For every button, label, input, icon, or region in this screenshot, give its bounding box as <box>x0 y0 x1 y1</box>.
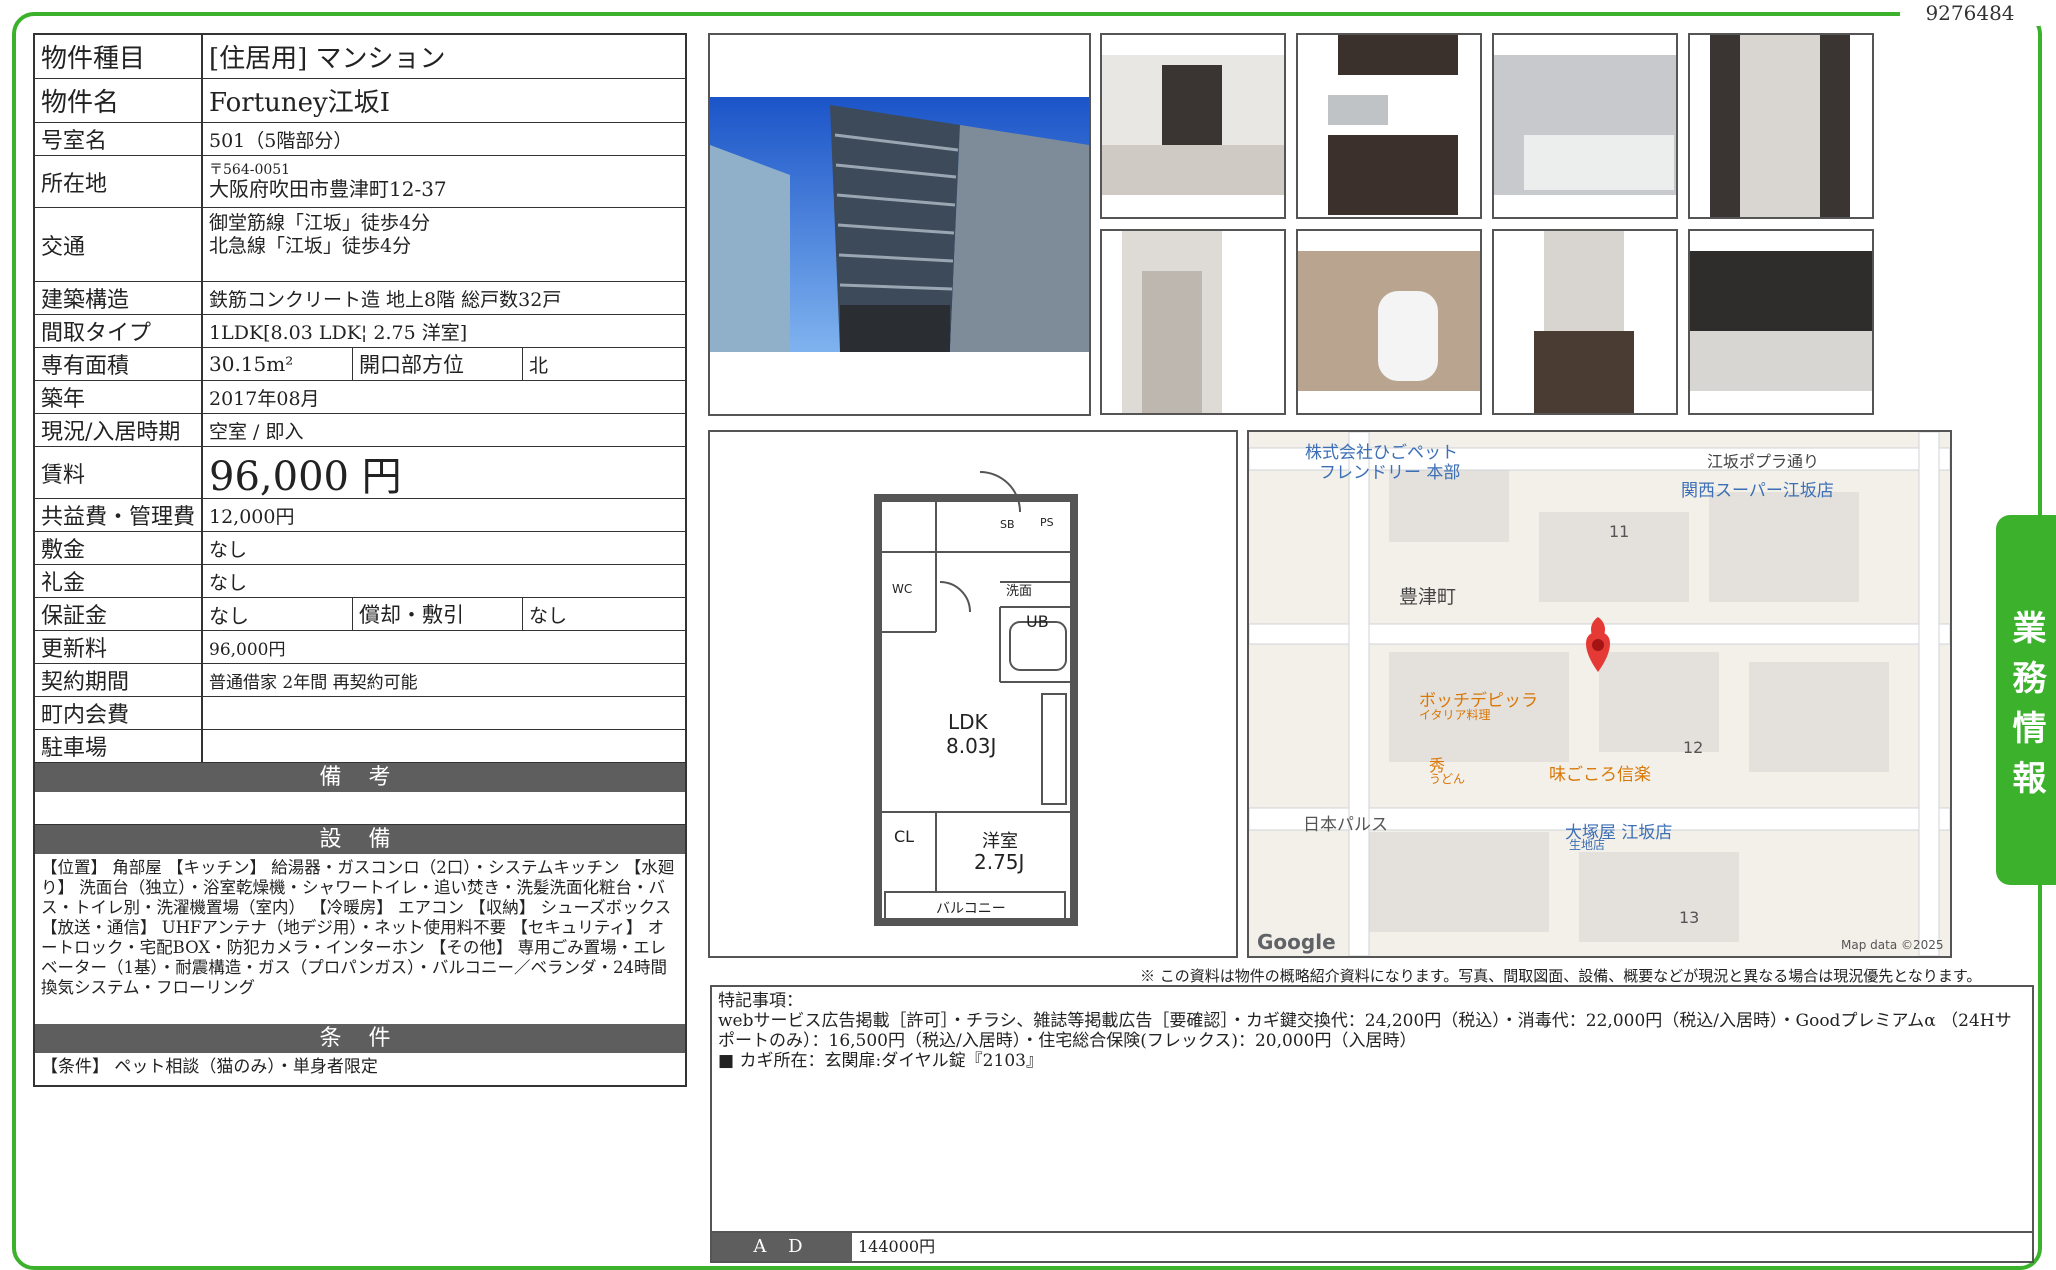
wash-label: 洗面 <box>1006 584 1033 599</box>
renewal-label: 更新料 <box>35 631 203 663</box>
map-label-palace: 日本パルス <box>1303 815 1388 835</box>
amort-label: 償却・敷引 <box>353 598 523 630</box>
facing-value: 北 <box>529 354 549 377</box>
room-size-plan: 2.75J <box>974 850 1025 874</box>
fee-value: 12,000円 <box>209 505 295 528</box>
map-roads <box>1249 432 1950 956</box>
equipment-header: 設 備 <box>35 825 685 854</box>
address-value: 大阪府吹田市豊津町12-37 <box>209 177 447 201</box>
property-spec-table: 物件種目 [住居用] マンション 物件名 Fortuney江坂I 号室名 501… <box>33 33 687 1087</box>
contract-value: 普通借家 2年間 再契約可能 <box>209 672 418 693</box>
keymoney-label: 礼金 <box>35 565 203 597</box>
conditions-header: 条 件 <box>35 1024 685 1053</box>
layout-value: 1LDK[8.03 LDK¦ 2.75 洋室] <box>209 321 468 344</box>
postal-code: 〒564-0051 <box>209 162 291 178</box>
guarantee-label: 保証金 <box>35 598 203 630</box>
interior-photo-kitchen[interactable] <box>1296 33 1482 219</box>
interior-photo-room[interactable] <box>1100 33 1286 219</box>
facing-label: 開口部方位 <box>353 348 523 380</box>
transit-line-2: 北急線「江坂」徒歩4分 <box>209 235 412 257</box>
fee-label: 共益費・管理費 <box>35 499 203 531</box>
map-label-company-2: フレンドリー 本部 <box>1319 463 1461 483</box>
ad-label: A D <box>712 1233 852 1261</box>
map-label-block-12: 12 <box>1683 738 1704 757</box>
built-label: 築年 <box>35 381 203 413</box>
deposit-label: 敷金 <box>35 532 203 564</box>
interior-photo-bath[interactable] <box>1492 33 1678 219</box>
location-map[interactable]: 株式会社ひごペット フレンドリー 本部 江坂ポプラ通り 関西スーパー江坂店 11… <box>1247 430 1952 958</box>
rent-value: 96,000 円 <box>209 453 402 500</box>
balcony-label: バルコニー <box>936 901 1006 917</box>
map-label-town: 豊津町 <box>1399 586 1457 608</box>
map-label-shinraku: 味ごころ信楽 <box>1549 765 1651 785</box>
layout-label: 間取タイプ <box>35 315 203 347</box>
disclaimer-note: ※ この資料は物件の概略紹介資料になります。写真、間取図面、設備、概要などが現況… <box>1140 967 1982 985</box>
rent-label: 賃料 <box>35 447 203 498</box>
interior-photo-closet[interactable] <box>1100 229 1286 415</box>
google-logo: Google <box>1257 930 1336 954</box>
contract-label: 契約期間 <box>35 664 203 696</box>
amort-value: なし <box>529 604 568 627</box>
floorplan-drawing <box>874 471 1078 926</box>
status-value: 空室 / 即入 <box>209 420 304 443</box>
structure-label: 建築構造 <box>35 282 203 314</box>
room-label: 号室名 <box>35 123 203 155</box>
remarks-header: 備 考 <box>35 763 685 792</box>
remarks-title: 特記事項： <box>718 991 803 1011</box>
ps-label: PS <box>1040 516 1054 529</box>
parking-label: 駐車場 <box>35 730 203 762</box>
ad-value: 144000円 <box>858 1237 936 1256</box>
ad-row: A D 144000円 <box>712 1231 2032 1261</box>
area-value: 30.15m² <box>203 348 353 380</box>
interior-photo-toilet[interactable] <box>1296 229 1482 415</box>
business-info-tab[interactable]: 業務情報 <box>1996 515 2056 885</box>
interior-photo-washstand[interactable] <box>1492 229 1678 415</box>
renewal-value: 96,000円 <box>209 639 286 660</box>
built-value: 2017年08月 <box>209 387 320 410</box>
remarks-fees: webサービス広告掲載［許可］・チラシ、雑誌等掲載広告［要確認］・カギ鍵交換代：… <box>718 1011 2012 1051</box>
keymoney-value: なし <box>209 571 248 594</box>
building-photo-image <box>710 97 1089 352</box>
map-label-udon-sub: うどん <box>1429 772 1466 786</box>
guarantee-value: なし <box>203 598 353 630</box>
document-id: 9276484 <box>1900 0 2040 26</box>
area-label: 専有面積 <box>35 348 203 380</box>
parking-value <box>203 730 685 762</box>
map-label-otsuka-sub: 生地店 <box>1569 838 1606 852</box>
cl-label: CL <box>894 827 915 846</box>
exterior-photo[interactable] <box>708 33 1091 416</box>
remarks-key-location: ■ カギ所在：玄関扉:ダイヤル錠『2103』 <box>718 1051 1043 1071</box>
structure-value: 鉄筋コンクリート造 地上8階 総戸数32戸 <box>209 288 562 311</box>
interior-photo-hallway[interactable] <box>1688 33 1874 219</box>
type-value: [住居用] マンション <box>209 44 446 74</box>
transit-label: 交通 <box>35 208 203 281</box>
ldk-size: 8.03J <box>946 734 997 758</box>
sb-label: SB <box>1000 518 1015 531</box>
town-fee-value <box>203 697 685 729</box>
equipment-text: 【位置】 角部屋 【キッチン】 給湯器・ガスコンロ（2口）・システムキッチン 【… <box>41 858 675 997</box>
map-label-pizza-sub: イタリア料理 <box>1419 708 1491 722</box>
conditions-text: 【条件】 ペット相談（猫のみ）・単身者限定 <box>41 1057 378 1077</box>
status-label: 現況/入居時期 <box>35 414 203 446</box>
map-label-street: 江坂ポプラ通り <box>1707 452 1820 471</box>
ldk-label: LDK <box>948 710 988 734</box>
town-fee-label: 町内会費 <box>35 697 203 729</box>
map-label-block-11: 11 <box>1609 522 1630 541</box>
name-label: 物件名 <box>35 79 203 122</box>
deposit-value: なし <box>209 538 248 561</box>
interior-photo-window[interactable] <box>1688 229 1874 415</box>
wc-label: WC <box>892 582 913 596</box>
special-remarks: 特記事項： webサービス広告掲載［許可］・チラシ、雑誌等掲載広告［要確認］・カ… <box>710 985 2034 1263</box>
type-label: 物件種目 <box>35 35 203 78</box>
map-attribution: Map data ©2025 <box>1841 938 1944 952</box>
map-label-block-13: 13 <box>1679 908 1700 927</box>
address-label: 所在地 <box>35 156 203 207</box>
transit-line-1: 御堂筋線「江坂」徒歩4分 <box>209 212 431 234</box>
room-value: 501（5階部分） <box>209 129 353 152</box>
name-value: Fortuney江坂I <box>209 88 390 118</box>
floorplan[interactable]: LDK 8.03J 洋室 2.75J WC UB SB PS 洗面 CL バルコ… <box>708 430 1238 958</box>
ub-label: UB <box>1026 612 1049 631</box>
remarks-body <box>35 792 685 825</box>
map-label-super: 関西スーパー江坂店 <box>1681 481 1834 501</box>
